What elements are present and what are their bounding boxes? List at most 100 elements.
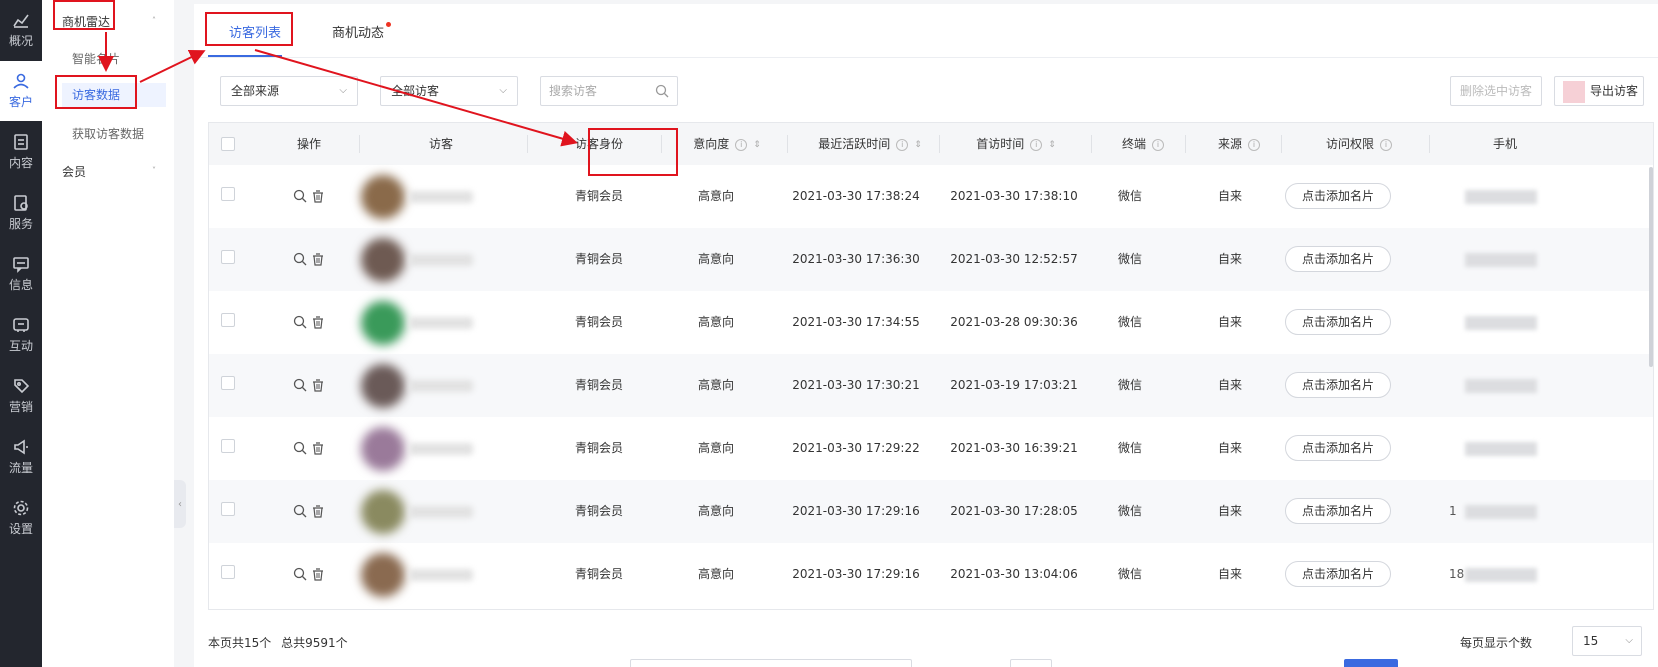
cell-terminal: 微信 [1117,567,1142,581]
search-icon[interactable] [655,84,669,98]
menu-group-opportunity-radar[interactable]: 商机雷达 [62,13,110,30]
add-card-button[interactable]: 点击添加名片 [1285,561,1391,587]
add-card-button[interactable]: 点击添加名片 [1285,246,1391,272]
delete-icon[interactable] [311,189,325,203]
view-icon[interactable] [293,504,307,518]
row-checkbox[interactable] [221,376,235,390]
cell-last-active: 2021-03-30 17:36:30 [792,252,920,266]
visitor-avatar[interactable] [361,364,405,408]
col-header-last-active[interactable]: 最近活跃时间 i ⇕ [795,123,945,165]
table-header: 操作 访客 访客身份 意向度 i ⇕ 最近活跃时间 i ⇕ 首访时间 i ⇕ 终… [209,123,1653,165]
delete-icon[interactable] [311,441,325,455]
delete-icon[interactable] [311,315,325,329]
rail-item-label: 内容 [8,156,33,170]
rail-item-settings[interactable]: 设置 [0,488,42,548]
row-checkbox[interactable] [221,250,235,264]
search-input[interactable] [541,77,661,105]
per-page-label: 每页显示个数 [1460,636,1533,650]
visitor-avatar[interactable] [361,238,405,282]
per-page-value: 15 [1583,634,1599,648]
rail-item-label: 概况 [8,34,33,48]
info-icon[interactable]: i [1248,138,1260,151]
tab-opportunity-activity[interactable]: 商机动态 [332,22,384,41]
info-icon[interactable]: i [1030,138,1043,151]
delete-icon[interactable] [311,378,325,392]
view-icon[interactable] [293,441,307,455]
row-checkbox[interactable] [221,565,235,579]
pagination-bar[interactable] [630,659,912,667]
rail-item-message[interactable]: 信息 [0,244,42,304]
col-header-permission-label: 访问权限 [1325,137,1374,151]
table-row[interactable]: 青铜会员 高意向 2021-03-30 17:29:22 2021-03-30 16:… [209,417,1653,480]
visitor-avatar[interactable] [361,301,405,345]
col-header-first-visit[interactable]: 首访时间 i ⇕ [951,123,1081,165]
export-visitors-button[interactable]: 导出访客 [1554,76,1644,106]
sort-icon[interactable]: ⇕ [1048,124,1056,166]
menu-group-member[interactable]: 会员 [62,163,86,180]
cell-identity: 青铜会员 [574,378,623,392]
row-checkbox[interactable] [221,313,235,327]
visitor-avatar[interactable] [361,175,405,219]
table-row[interactable]: 青铜会员 高意向 2021-03-30 17:29:16 2021-03-30 13:… [209,543,1653,606]
sort-icon[interactable]: ⇕ [753,124,761,166]
row-checkbox[interactable] [221,502,235,516]
rail-item-interaction[interactable]: 互动 [0,305,42,365]
app-root: 概况 客户 内容 服务 信息 互动 营销 流量 设置 商机雷达 ˄ 智能名片 访… [0,0,1658,667]
add-card-button[interactable]: 点击添加名片 [1285,435,1391,461]
add-card-button[interactable]: 点击添加名片 [1285,183,1391,209]
visitor-avatar[interactable] [361,427,405,471]
vertical-scrollbar[interactable] [1649,167,1653,367]
delete-selected-button[interactable]: 删除选中访客 [1450,76,1542,106]
view-icon[interactable] [293,378,307,392]
chevron-down-icon[interactable]: ˅ [152,166,156,175]
view-icon[interactable] [293,567,307,581]
info-icon[interactable]: i [896,138,909,151]
row-checkbox[interactable] [221,439,235,453]
add-card-button[interactable]: 点击添加名片 [1285,498,1391,524]
rail-item-marketing[interactable]: 营销 [0,366,42,426]
table-row[interactable]: 青铜会员 高意向 2021-03-30 17:38:24 2021-03-30 17:… [209,165,1653,228]
cell-identity: 青铜会员 [574,189,623,203]
sort-icon[interactable]: ⇕ [914,124,922,166]
tab-visitor-list[interactable]: 访客列表 [229,22,281,41]
collapse-menu-button[interactable]: ‹ [174,480,186,528]
add-card-button[interactable]: 点击添加名片 [1285,309,1391,335]
info-icon[interactable]: i [1152,138,1164,151]
per-page-select[interactable]: 15 ⌵ [1572,626,1642,656]
rail-item-traffic[interactable]: 流量 [0,427,42,487]
view-icon[interactable] [293,252,307,266]
visitor-search-box [540,76,678,106]
cell-source: 自来 [1217,315,1242,329]
delete-icon[interactable] [311,252,325,266]
rail-item-overview[interactable]: 概况 [0,0,42,60]
visitor-type-select[interactable]: 全部访客 ⌵ [380,76,518,106]
delete-icon[interactable] [311,504,325,518]
row-checkbox[interactable] [221,187,235,201]
delete-icon[interactable] [311,567,325,581]
select-all-checkbox[interactable] [221,137,235,151]
add-card-button[interactable]: 点击添加名片 [1285,372,1391,398]
info-icon[interactable]: i [735,138,748,151]
chevron-up-icon[interactable]: ˄ [152,16,156,25]
menu-item-get-visitor-data[interactable]: 获取访客数据 [72,125,144,142]
table-row[interactable]: 青铜会员 高意向 2021-03-30 17:36:30 2021-03-30 12:… [209,228,1653,291]
view-icon[interactable] [293,315,307,329]
table-row[interactable]: 青铜会员 高意向 2021-03-30 17:34:55 2021-03-28 09:… [209,291,1653,354]
rail-item-content[interactable]: 内容 [0,122,42,182]
cell-intent: 高意向 [697,441,734,455]
col-header-intent[interactable]: 意向度 i ⇕ [677,123,777,165]
info-icon[interactable]: i [1380,138,1392,151]
view-icon[interactable] [293,189,307,203]
rail-item-service[interactable]: 服务 [0,183,42,243]
rail-item-customer[interactable]: 客户 [0,61,42,121]
menu-item-visitor-data[interactable]: 访客数据 [62,83,166,107]
primary-nav-rail: 概况 客户 内容 服务 信息 互动 营销 流量 设置 [0,0,42,667]
page-jump-button[interactable] [1344,659,1398,667]
table-row[interactable]: 青铜会员 高意向 2021-03-30 17:29:16 2021-03-30 17:… [209,480,1653,543]
table-row[interactable]: 青铜会员 高意向 2021-03-30 17:30:21 2021-03-19 17:… [209,354,1653,417]
source-filter-select[interactable]: 全部来源 ⌵ [220,76,358,106]
visitor-avatar[interactable] [361,490,405,534]
visitor-avatar[interactable] [361,553,405,597]
menu-item-smart-card[interactable]: 智能名片 [72,50,120,67]
page-jump-input[interactable] [1010,659,1052,667]
